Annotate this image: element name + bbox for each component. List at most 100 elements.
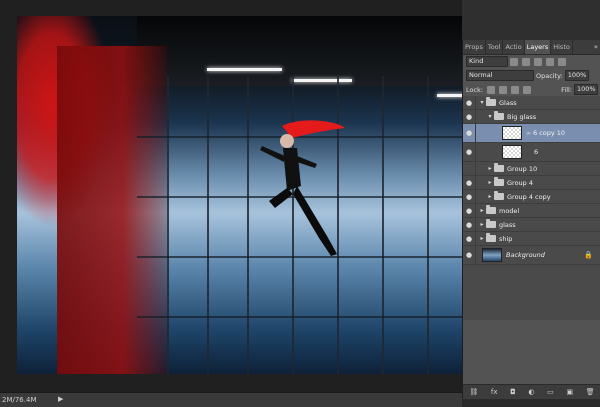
lock-image-icon[interactable] xyxy=(499,85,508,94)
layer-row-model[interactable]: ● ▸ model xyxy=(463,204,600,218)
expand-caret-icon[interactable]: ▸ xyxy=(478,235,486,242)
window-mullion xyxy=(247,76,249,374)
visibility-eye-icon[interactable]: ● xyxy=(463,110,476,123)
visibility-eye-icon[interactable]: ● xyxy=(463,124,476,142)
layer-name: glass xyxy=(499,220,516,229)
lock-label: Lock: xyxy=(466,85,484,94)
status-menu-arrow-icon[interactable]: ▶ xyxy=(58,395,63,403)
layer-row-group-10[interactable]: ● ▸ Group 10 xyxy=(463,162,600,176)
expand-caret-icon[interactable]: ▸ xyxy=(486,179,494,186)
expand-caret-icon[interactable]: ▸ xyxy=(486,165,494,172)
layer-name: 6 copy 10 xyxy=(533,129,566,137)
visibility-eye-icon[interactable]: ● xyxy=(463,232,476,245)
visibility-eye-icon[interactable]: ● xyxy=(463,96,476,109)
filter-shape-icon[interactable] xyxy=(546,57,554,66)
fill-label: Fill: xyxy=(561,85,572,94)
blend-mode-select[interactable]: Normal xyxy=(466,70,534,81)
layer-thumbnail xyxy=(482,248,502,262)
visibility-eye-icon[interactable]: ● xyxy=(463,218,476,231)
folder-icon xyxy=(494,191,504,200)
fx-icon[interactable]: fx xyxy=(491,388,498,396)
expand-caret-icon[interactable]: ▸ xyxy=(478,221,486,228)
trash-icon[interactable]: 🗑 xyxy=(586,388,595,396)
ceiling-light xyxy=(207,68,282,71)
link-layers-icon[interactable]: ⛓ xyxy=(469,388,478,396)
layer-row-glass-lower[interactable]: ● ▸ glass xyxy=(463,218,600,232)
filter-adjustment-icon[interactable] xyxy=(522,57,530,66)
panel-menu-icon[interactable]: » xyxy=(591,43,600,51)
layer-row-background[interactable]: ● Background 🔒 xyxy=(463,246,600,265)
mask-icon[interactable]: ◘ xyxy=(510,388,516,396)
folder-icon xyxy=(486,219,496,228)
layer-name: ship xyxy=(499,234,513,243)
layer-name: Big glass xyxy=(507,112,537,121)
adjustment-icon[interactable]: ◐ xyxy=(528,388,534,396)
visibility-eye-icon[interactable]: ● xyxy=(463,143,476,161)
layer-row-group-4[interactable]: ● ▸ Group 4 xyxy=(463,176,600,190)
ceiling-light xyxy=(292,79,352,82)
document-size: 2M/76.4M xyxy=(2,396,37,404)
lock-transparent-icon[interactable] xyxy=(487,85,496,94)
ceiling xyxy=(137,16,492,86)
layer-row-big-glass[interactable]: ● ▾ Big glass xyxy=(463,110,600,124)
folder-icon xyxy=(494,111,504,120)
visibility-eye-icon[interactable]: ● xyxy=(463,176,476,189)
folder-icon xyxy=(494,177,504,186)
leaping-woman-figure xyxy=(260,120,345,256)
layer-row-glass[interactable]: ● ▾ Glass xyxy=(463,96,600,110)
folder-icon xyxy=(486,233,496,242)
tab-tool[interactable]: Tool xyxy=(486,40,504,54)
layer-row-6-copy-10[interactable]: ● ∞ 6 copy 10 xyxy=(463,124,600,143)
panel-tabs: Props Tool Actio Layers Histo » xyxy=(463,40,600,55)
window-mullion xyxy=(382,76,384,374)
window-mullion xyxy=(167,76,169,374)
tab-histogram[interactable]: Histo xyxy=(551,40,573,54)
lock-row: Lock: Fill: 100% xyxy=(463,83,600,96)
workspace: 2M/76.4M ▶ Props Tool Actio Layers Histo… xyxy=(0,0,600,407)
filter-kind-select[interactable]: Kind xyxy=(466,56,508,67)
filter-type-icon[interactable] xyxy=(534,57,542,66)
new-group-icon[interactable]: ▭ xyxy=(547,388,554,396)
fill-input[interactable]: 100% xyxy=(574,84,598,95)
opacity-input[interactable]: 100% xyxy=(564,70,589,81)
layer-list[interactable]: ● ▾ Glass ● ▾ Big glass ● ∞ 6 copy 10 ● xyxy=(463,96,600,320)
visibility-eye-icon[interactable]: ● xyxy=(463,162,476,175)
lock-all-icon[interactable] xyxy=(523,85,532,94)
expand-caret-icon[interactable]: ▸ xyxy=(478,207,486,214)
tab-actions[interactable]: Actio xyxy=(503,40,525,54)
tab-props[interactable]: Props xyxy=(463,40,486,54)
window-transom xyxy=(137,316,482,318)
filter-smart-object-icon[interactable] xyxy=(558,57,566,66)
window-mullion xyxy=(207,76,209,374)
new-layer-icon[interactable]: ▣ xyxy=(566,388,573,396)
visibility-eye-icon[interactable]: ● xyxy=(463,246,476,264)
expand-caret-icon[interactable]: ▸ xyxy=(486,193,494,200)
layer-name: Background xyxy=(506,251,545,259)
status-bar: 2M/76.4M ▶ xyxy=(0,392,462,407)
folder-icon xyxy=(494,163,504,172)
layer-row-6[interactable]: ● 6 xyxy=(463,143,600,162)
layers-bottom-toolbar: ⛓ fx ◘ ◐ ▭ ▣ 🗑 xyxy=(463,384,600,399)
lock-icon: 🔒 xyxy=(584,251,593,259)
visibility-eye-icon[interactable]: ● xyxy=(463,204,476,217)
layers-panel: Props Tool Actio Layers Histo » Kind Nor… xyxy=(462,40,600,399)
layer-thumbnail xyxy=(502,145,522,159)
lock-position-icon[interactable] xyxy=(511,85,520,94)
panel-dock-top xyxy=(462,0,600,40)
layer-name: 6 xyxy=(534,148,539,156)
canvas-area[interactable] xyxy=(0,0,492,392)
collapse-caret-icon[interactable]: ▾ xyxy=(486,113,494,120)
layer-row-ship[interactable]: ● ▸ ship xyxy=(463,232,600,246)
filter-pixel-icon[interactable] xyxy=(510,57,518,66)
link-icon: ∞ xyxy=(526,129,531,137)
layer-row-group-4-copy[interactable]: ● ▸ Group 4 copy xyxy=(463,190,600,204)
document-canvas[interactable] xyxy=(17,16,492,374)
tab-layers[interactable]: Layers xyxy=(524,40,552,54)
visibility-eye-icon[interactable]: ● xyxy=(463,190,476,203)
layer-name: Group 4 copy xyxy=(507,192,551,201)
blend-row: Normal Opacity: 100% xyxy=(463,69,600,82)
layer-name: Group 4 xyxy=(507,178,533,187)
opacity-label: Opacity: xyxy=(536,71,563,80)
collapse-caret-icon[interactable]: ▾ xyxy=(478,99,486,106)
layer-name: Group 10 xyxy=(507,164,538,173)
